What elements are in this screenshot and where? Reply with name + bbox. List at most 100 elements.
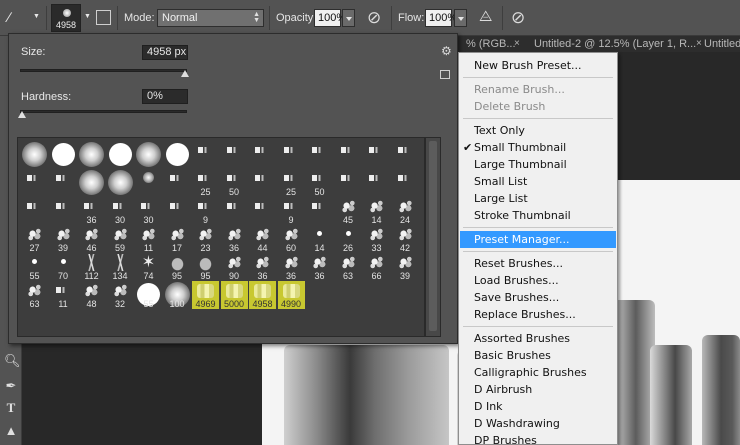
tool-preset-dropdown-icon[interactable]: ▼: [33, 13, 40, 20]
brush-preset-32[interactable]: 30: [135, 197, 162, 225]
menu-item-d-ink[interactable]: D Ink: [460, 398, 616, 415]
brush-preset-6[interactable]: [192, 141, 219, 169]
brush-preset-40[interactable]: 14: [363, 197, 390, 225]
brush-preset-18[interactable]: [135, 169, 162, 197]
hardness-field[interactable]: 0%: [142, 89, 188, 104]
brush-preset-11[interactable]: [335, 141, 362, 169]
menu-item-d-airbrush[interactable]: D Airbrush: [460, 381, 616, 398]
menu-item-small-list[interactable]: Small List: [460, 173, 616, 190]
brush-preset-27[interactable]: [392, 169, 419, 197]
brush-preset-66[interactable]: 36: [306, 253, 333, 281]
brush-preset-69[interactable]: 39: [392, 253, 419, 281]
menu-item-text-only[interactable]: Text Only: [460, 122, 616, 139]
brush-grid-scrollbar[interactable]: [425, 137, 441, 337]
brush-preset-44[interactable]: 46: [78, 225, 105, 253]
close-icon[interactable]: ×: [696, 36, 702, 52]
brush-preset-65[interactable]: 36: [278, 253, 305, 281]
brush-preset-46[interactable]: 11: [135, 225, 162, 253]
brush-preset-picker-button[interactable]: 4958: [51, 4, 81, 32]
brush-preset-50[interactable]: 44: [249, 225, 276, 253]
brush-preset-55[interactable]: 42: [392, 225, 419, 253]
brush-preset-72[interactable]: 48: [78, 281, 105, 309]
brush-preset-10[interactable]: [306, 141, 333, 169]
brush-preset-63[interactable]: 90: [221, 253, 248, 281]
menu-item-stroke-thumbnail[interactable]: Stroke Thumbnail: [460, 207, 616, 224]
menu-item-delete-brush[interactable]: Delete Brush: [460, 98, 616, 115]
flow-field[interactable]: 100%: [425, 9, 457, 27]
brush-preset-3[interactable]: [107, 141, 134, 169]
brush-preset-36[interactable]: [249, 197, 276, 225]
brush-preset-35[interactable]: [221, 197, 248, 225]
brush-preset-61[interactable]: 95: [164, 253, 191, 281]
brush-preset-5[interactable]: [164, 141, 191, 169]
close-icon[interactable]: ×: [514, 36, 520, 52]
pressure-opacity-icon[interactable]: ⊘: [367, 8, 381, 28]
brush-preset-45[interactable]: 59: [107, 225, 134, 253]
brush-preset-22[interactable]: [249, 169, 276, 197]
hardness-slider[interactable]: [20, 110, 187, 113]
brush-preset-58[interactable]: 112: [78, 253, 105, 281]
brush-preset-19[interactable]: [164, 169, 191, 197]
brush-preset-21[interactable]: 50: [221, 169, 248, 197]
size-field[interactable]: 4958 px: [142, 45, 188, 60]
new-preset-icon[interactable]: [440, 70, 450, 79]
size-slider[interactable]: [20, 69, 187, 72]
menu-item-assorted-brushes[interactable]: Assorted Brushes: [460, 330, 616, 347]
menu-item-basic-brushes[interactable]: Basic Brushes: [460, 347, 616, 364]
tab-document-1[interactable]: % (RGB...: [466, 36, 516, 52]
brush-preset-38[interactable]: [306, 197, 333, 225]
airbrush-icon[interactable]: ⨺: [479, 8, 492, 25]
pen-tool-icon[interactable]: ✒︎: [4, 379, 18, 393]
brush-preset-17[interactable]: [107, 169, 134, 197]
brush-picker-dropdown-icon[interactable]: ▼: [84, 13, 91, 20]
opacity-dropdown-button[interactable]: [342, 9, 355, 27]
hardness-slider-thumb[interactable]: [18, 111, 26, 118]
menu-item-new-brush-preset[interactable]: New Brush Preset...: [460, 57, 616, 74]
brush-preset-73[interactable]: 32: [107, 281, 134, 309]
brush-preset-1[interactable]: [50, 141, 77, 169]
menu-item-load-brushes[interactable]: Load Brushes...: [460, 272, 616, 289]
brush-preset-12[interactable]: [363, 141, 390, 169]
brush-preset-30[interactable]: 36: [78, 197, 105, 225]
brush-preset-15[interactable]: [50, 169, 77, 197]
brush-preset-0[interactable]: [21, 141, 48, 169]
brush-preset-62[interactable]: 95: [192, 253, 219, 281]
brush-preset-79[interactable]: 4990: [277, 281, 305, 309]
pressure-size-icon[interactable]: ⊘: [511, 8, 525, 28]
menu-item-dp-brushes[interactable]: DP Brushes: [460, 432, 616, 445]
menu-item-replace-brushes[interactable]: Replace Brushes...: [460, 306, 616, 323]
brush-panel-toggle-icon[interactable]: [96, 10, 111, 25]
brush-preset-57[interactable]: 70: [50, 253, 77, 281]
brush-preset-7[interactable]: [221, 141, 248, 169]
type-tool-icon[interactable]: T: [4, 401, 18, 415]
brush-preset-23[interactable]: 25: [278, 169, 305, 197]
menu-item-rename-brush[interactable]: Rename Brush...: [460, 81, 616, 98]
brush-preset-70[interactable]: 63: [21, 281, 48, 309]
brush-preset-2[interactable]: [78, 141, 105, 169]
opacity-field[interactable]: 100%: [314, 9, 346, 27]
brush-preset-54[interactable]: 33: [363, 225, 390, 253]
brush-preset-52[interactable]: 14: [306, 225, 333, 253]
brush-preset-13[interactable]: [392, 141, 419, 169]
brush-preset-8[interactable]: [249, 141, 276, 169]
flow-dropdown-button[interactable]: [454, 9, 467, 27]
gear-icon[interactable]: ⚙︎: [441, 44, 452, 58]
brush-preset-20[interactable]: 25: [192, 169, 219, 197]
menu-item-large-thumbnail[interactable]: Large Thumbnail: [460, 156, 616, 173]
brush-preset-33[interactable]: [164, 197, 191, 225]
brush-preset-48[interactable]: 23: [192, 225, 219, 253]
brush-preset-16[interactable]: [78, 169, 105, 197]
brush-preset-34[interactable]: 9: [192, 197, 219, 225]
brush-preset-53[interactable]: 26: [335, 225, 362, 253]
brush-preset-76[interactable]: 4969: [192, 281, 219, 309]
brush-preset-56[interactable]: 55: [21, 253, 48, 281]
brush-preset-49[interactable]: 36: [221, 225, 248, 253]
brush-preset-60[interactable]: ✶ 74: [135, 253, 162, 281]
mode-select[interactable]: Normal ▲ ▼: [157, 9, 264, 27]
brush-preset-14[interactable]: [21, 169, 48, 197]
zoom-tool-icon[interactable]: 🔍︎: [4, 354, 21, 368]
scrollbar-thumb[interactable]: [429, 141, 437, 331]
tab-untitled-2[interactable]: Untitled-2 @ 12.5% (Layer 1, R...: [534, 36, 699, 52]
menu-item-d-washdrawing[interactable]: D Washdrawing: [460, 415, 616, 432]
menu-item-preset-manager[interactable]: Preset Manager...: [460, 231, 616, 248]
